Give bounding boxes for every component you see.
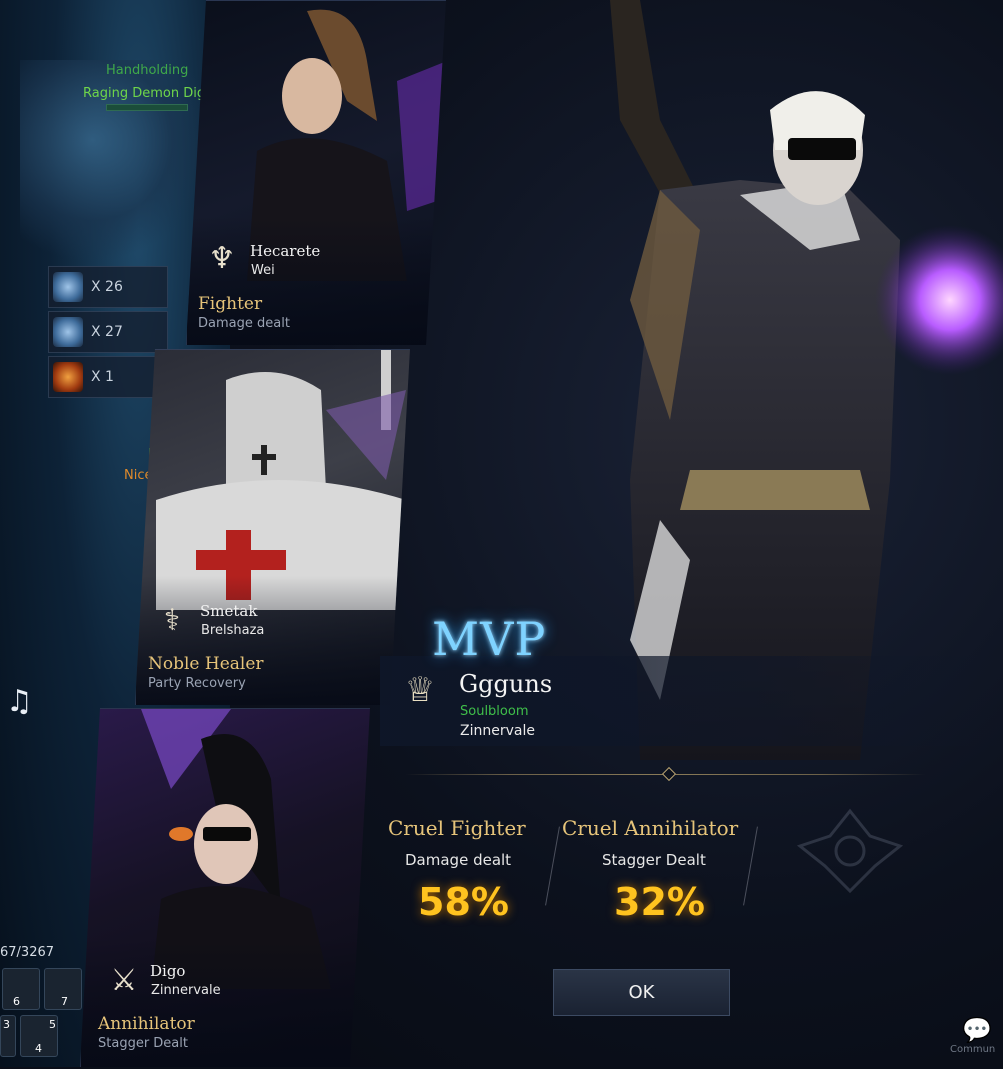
award-metric: Stagger Dealt	[98, 1036, 188, 1051]
mvp-stat-value: 58%	[418, 880, 509, 924]
mvp-stat-title: Cruel Annihilator	[562, 816, 739, 840]
player-name: Smetak	[200, 602, 258, 620]
party-title-handholding: Handholding	[106, 63, 189, 78]
boss-hp-bar	[106, 104, 188, 111]
quickslot-item[interactable]: 3	[0, 1015, 16, 1057]
mvp-class-icon: ♕	[404, 670, 436, 710]
chat-bubble-icon[interactable]: 💬	[962, 1016, 992, 1044]
mvp-character-portrait	[610, 0, 1003, 760]
community-label[interactable]: Commun	[950, 1044, 995, 1055]
mvp-guild-name: Soulbloom	[460, 704, 529, 719]
music-note-icon[interactable]: ♫	[6, 684, 33, 719]
boss-name-label: Raging Demon Dig	[83, 86, 206, 101]
loot-item-slot[interactable]: X 1	[48, 356, 168, 398]
deathblade-class-icon: ⚔	[110, 963, 138, 998]
mvp-title: MVP	[432, 612, 547, 666]
mvp-player-name: Ggguns	[459, 670, 553, 698]
award-title: Fighter	[198, 294, 263, 314]
player-server: Zinnervale	[151, 983, 221, 998]
quickslot-count: 5	[49, 1018, 56, 1031]
mvp-server-name: Zinnervale	[460, 723, 535, 739]
quickslot-count: 7	[61, 995, 68, 1008]
gem-icon	[53, 317, 83, 347]
gem-icon	[53, 272, 83, 302]
quickslot-item[interactable]: 54	[20, 1015, 58, 1057]
crest-emblem	[796, 808, 904, 894]
player-server: Brelshaza	[201, 623, 265, 638]
mvp-stat-metric: Stagger Dealt	[602, 851, 706, 869]
quickslot-count: 3	[3, 1018, 10, 1031]
ok-button[interactable]: OK	[553, 969, 730, 1016]
loot-item-count: X 26	[91, 279, 123, 295]
card-pack-icon	[53, 362, 83, 392]
player-server: Wei	[251, 263, 275, 278]
loot-item-slot[interactable]: X 26	[48, 266, 168, 308]
award-title: Annihilator	[98, 1014, 195, 1034]
player-name: Hecarete	[250, 242, 321, 260]
mvp-stat-title: Cruel Fighter	[388, 816, 526, 840]
mvp-stat-value: 32%	[614, 880, 705, 924]
slayer-class-icon: ♆	[208, 241, 236, 276]
loot-item-slot[interactable]: X 27	[48, 311, 168, 353]
paladin-class-icon: ⚕	[163, 603, 181, 638]
quickslot-count: 6	[13, 995, 20, 1008]
award-title: Noble Healer	[148, 654, 264, 674]
hp-readout: 67/3267	[0, 945, 55, 960]
quickslot-count: 4	[35, 1042, 42, 1055]
quickslot-item[interactable]: 7	[44, 968, 82, 1010]
player-name: Digo	[150, 962, 186, 980]
paladin-portrait	[156, 350, 406, 610]
award-metric: Party Recovery	[148, 676, 246, 691]
loot-item-count: X 1	[91, 369, 114, 385]
loot-item-count: X 27	[91, 324, 123, 340]
quickslot-item[interactable]: 6	[2, 968, 40, 1010]
award-metric: Damage dealt	[198, 316, 290, 331]
mvp-stat-metric: Damage dealt	[405, 851, 512, 869]
